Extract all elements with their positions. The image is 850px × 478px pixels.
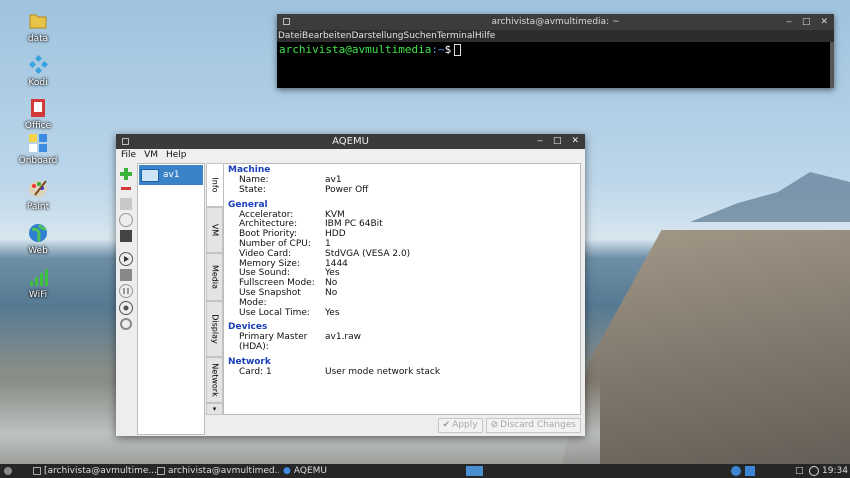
add-vm-icon[interactable]	[119, 168, 132, 180]
menu-help[interactable]: Help	[166, 149, 187, 162]
taskbar: [archivista@avmultime... archivista@avmu…	[0, 464, 850, 478]
close-icon[interactable]: ✕	[571, 134, 579, 149]
close-icon[interactable]: ✕	[820, 14, 828, 30]
maximize-icon[interactable]: □	[802, 14, 811, 30]
minimize-icon[interactable]: ‒	[786, 14, 792, 30]
menu-hilfe[interactable]: Hilfe	[475, 30, 495, 42]
menu-suchen[interactable]: Suchen	[404, 30, 437, 42]
menu-bearbeiten[interactable]: Bearbeiten	[302, 30, 351, 42]
desktop-icon-onboard[interactable]: Onboard	[14, 132, 62, 166]
desktop-icon-office[interactable]: Office	[14, 97, 62, 131]
start-menu-icon[interactable]	[4, 467, 12, 475]
menu-vm[interactable]: VM	[144, 149, 158, 162]
apply-button[interactable]: ✔ Apply	[437, 418, 483, 433]
tab-info[interactable]: Info	[206, 163, 223, 207]
terminal-scrollbar[interactable]	[830, 42, 834, 88]
window-menu-icon[interactable]	[122, 138, 129, 145]
aqemu-window[interactable]: AQEMU ‒ □ ✕ File VM Help av1 Info VM Med…	[116, 134, 585, 436]
vm-list[interactable]: av1	[137, 163, 205, 435]
vm-info-panel: Machine Name: av1 State: Power Off General…	[223, 163, 581, 415]
tab-network[interactable]: Network	[206, 357, 223, 403]
clock-time[interactable]: 19:34	[822, 464, 848, 478]
network-icon[interactable]	[731, 466, 741, 476]
office-icon	[27, 97, 49, 119]
workspace-switcher[interactable]	[466, 466, 483, 476]
window-menu-icon[interactable]	[283, 18, 290, 25]
desktop-icon-data[interactable]: data	[14, 10, 62, 44]
cancel-icon: ⊘	[490, 420, 499, 430]
discard-changes-button[interactable]: ⊘ Discard Changes	[485, 418, 581, 433]
aqemu-menubar: File VM Help	[116, 149, 585, 162]
menu-darstellung[interactable]: Darstellung	[351, 30, 403, 42]
reset-icon[interactable]	[119, 318, 132, 330]
tab-media[interactable]: Media	[206, 253, 223, 301]
prompt-user: archivista@avmultimedia	[279, 43, 432, 56]
info-row: Use Snapshot Mode: No	[239, 287, 338, 308]
tab-vm[interactable]: VM	[206, 207, 223, 253]
copy-vm-icon[interactable]	[118, 213, 133, 227]
pause-icon[interactable]	[118, 284, 133, 298]
vm-tabs: Info VM Media Display Network	[206, 163, 223, 416]
aqemu-titlebar[interactable]: AQEMU ‒ □ ✕	[116, 134, 585, 149]
aqemu-title: AQEMU	[332, 136, 369, 147]
bluetooth-icon[interactable]	[745, 466, 755, 476]
globe-icon	[27, 222, 49, 244]
terminal-title: archivista@avmultimedia: ~	[491, 17, 620, 27]
menu-file[interactable]: File	[121, 149, 136, 162]
menu-terminal[interactable]: Terminal	[437, 30, 475, 42]
desktop-icon-paint[interactable]: Paint	[14, 178, 62, 212]
taskbar-item-terminal-2[interactable]: archivista@avmultimed...	[157, 464, 279, 478]
clock-icon	[809, 466, 819, 476]
kodi-icon	[27, 54, 49, 76]
monitor-icon[interactable]	[119, 230, 132, 242]
terminal-window[interactable]: archivista@avmultimedia: ~ ‒ □ ✕ Datei B…	[277, 14, 834, 88]
menu-datei[interactable]: Datei	[278, 30, 302, 42]
play-icon[interactable]	[118, 252, 133, 266]
desktop-icon-kodi[interactable]: Kodi	[14, 54, 62, 88]
keyboard-icon	[27, 132, 49, 154]
wifi-icon	[27, 266, 49, 288]
stop-icon[interactable]	[118, 301, 133, 315]
tab-scroll-down-button[interactable]: ▾	[206, 403, 223, 415]
desktop-icon-wifi[interactable]: WiFi	[14, 266, 62, 300]
minimize-icon[interactable]: ‒	[537, 134, 543, 149]
delete-vm-icon[interactable]	[120, 183, 132, 195]
wallpaper-beach	[560, 230, 850, 470]
palette-icon	[27, 178, 49, 200]
section-title: General	[228, 199, 268, 210]
aqemu-icon: ●	[283, 466, 291, 476]
info-row: Use Local Time: Yes	[239, 307, 340, 318]
vm-settings-icon[interactable]	[119, 198, 132, 210]
text-cursor	[454, 44, 462, 56]
check-icon: ✔	[442, 420, 451, 430]
computer-icon	[141, 168, 159, 182]
terminal-menubar: Datei Bearbeiten Darstellung Suchen Term…	[277, 30, 834, 42]
maximize-icon[interactable]: □	[553, 134, 562, 149]
volume-icon[interactable]: □	[795, 464, 805, 476]
info-row: Name: av1	[239, 175, 342, 185]
wallpaper-mountain	[690, 172, 850, 222]
folder-icon	[27, 10, 49, 32]
vm-name: av1	[163, 170, 180, 180]
terminal-titlebar[interactable]: archivista@avmultimedia: ~ ‒ □ ✕	[277, 14, 834, 30]
desktop-icon-web[interactable]: Web	[14, 222, 62, 256]
bottom-buttons: ✔ Apply ⊘ Discard Changes	[437, 418, 581, 433]
terminal-icon	[33, 466, 41, 475]
info-row: Card: 1 User mode network stack	[239, 366, 441, 377]
taskbar-item-terminal-1[interactable]: [archivista@avmultime...	[33, 464, 158, 478]
list-item[interactable]: av1	[139, 165, 203, 185]
prompt-symbol: $	[444, 43, 452, 56]
taskbar-item-aqemu[interactable]: ● AQEMU	[283, 464, 343, 478]
info-row: State: Power Off	[239, 184, 369, 195]
prompt-path: :~	[431, 43, 445, 56]
info-row: Primary Master (HDA): av1.raw	[239, 332, 362, 353]
tab-display[interactable]: Display	[206, 301, 223, 357]
section-title: Machine	[228, 165, 271, 175]
terminal-output[interactable]: archivista@avmultimedia:~$	[277, 42, 834, 57]
vm-toolbar	[116, 165, 135, 435]
terminal-icon	[157, 466, 165, 475]
save-icon[interactable]	[119, 269, 132, 281]
